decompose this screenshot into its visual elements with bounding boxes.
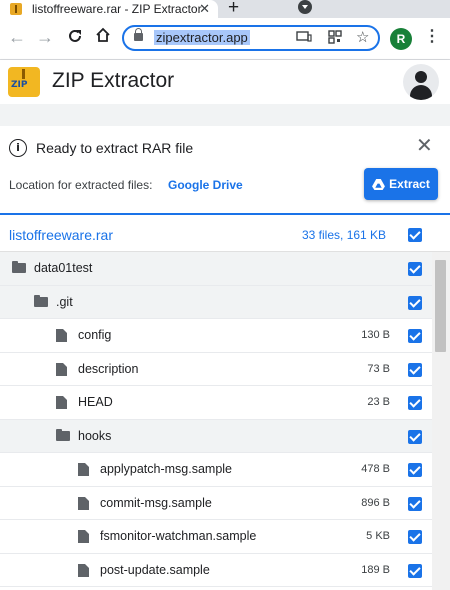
archive-name: listoffreeware.rar xyxy=(9,227,114,243)
file-icon xyxy=(56,329,67,342)
cast-icon[interactable] xyxy=(296,30,312,47)
row-checkbox[interactable] xyxy=(408,496,422,511)
lock-icon[interactable] xyxy=(134,28,143,41)
row-size: 896 B xyxy=(361,496,390,509)
scrollbar-thumb[interactable] xyxy=(435,260,446,352)
tab-title: listoffreeware.rar - ZIP Extractor xyxy=(32,2,202,16)
star-icon[interactable]: ☆ xyxy=(356,28,369,46)
home-icon[interactable] xyxy=(94,26,112,48)
file-icon xyxy=(78,463,89,476)
table-row[interactable]: HEAD 23 B xyxy=(0,386,432,420)
row-size: 189 B xyxy=(361,563,390,576)
row-checkbox[interactable] xyxy=(408,396,422,410)
info-icon: i xyxy=(9,139,27,157)
row-checkbox[interactable] xyxy=(408,362,422,377)
file-icon xyxy=(78,530,89,543)
row-name: post-update.sample xyxy=(100,562,210,577)
row-size: 478 B xyxy=(361,463,390,475)
google-drive-link[interactable]: Google Drive xyxy=(168,178,243,192)
browser-toolbar: ← → zipextractor.app ☆ R ⋮ xyxy=(0,18,450,60)
zip-extractor-logo-icon: ZIP xyxy=(8,67,40,97)
location-label: Location for extracted files: xyxy=(9,178,153,192)
profile-avatar[interactable]: R xyxy=(390,28,412,50)
file-icon xyxy=(56,396,67,409)
file-icon xyxy=(78,563,89,577)
table-row[interactable]: config 130 B xyxy=(0,319,432,353)
row-name: .git xyxy=(56,294,73,309)
forward-icon[interactable]: → xyxy=(36,27,54,47)
file-icon xyxy=(78,496,89,510)
table-row[interactable]: description 73 B xyxy=(0,352,432,386)
select-all-checkbox[interactable] xyxy=(408,228,422,242)
row-checkbox[interactable] xyxy=(408,530,422,544)
account-icon[interactable] xyxy=(403,64,439,100)
folder-icon xyxy=(12,261,26,273)
table-row[interactable]: post-update.sample 189 B xyxy=(0,553,432,587)
tab-close-icon[interactable]: ✕ xyxy=(199,1,210,17)
table-row[interactable]: applypatch-msg.sample 478 B xyxy=(0,453,432,487)
address-bar[interactable]: zipextractor.app ☆ xyxy=(122,25,380,51)
row-checkbox[interactable] xyxy=(408,295,422,310)
back-icon[interactable]: ← xyxy=(8,27,26,47)
url-text[interactable]: zipextractor.app xyxy=(154,30,250,45)
table-row[interactable]: .git xyxy=(0,285,432,319)
folder-icon xyxy=(56,428,70,441)
row-checkbox[interactable] xyxy=(408,329,422,343)
row-name: applypatch-msg.sample xyxy=(100,462,233,476)
tab-search-icon[interactable] xyxy=(298,0,312,14)
row-name: hooks xyxy=(78,428,112,443)
winrar-favicon-icon xyxy=(10,3,22,15)
row-name: fsmonitor-watchman.sample xyxy=(100,529,257,543)
extract-button[interactable]: Extract xyxy=(364,168,438,200)
browser-tab[interactable]: listoffreeware.rar - ZIP Extractor ✕ xyxy=(0,0,218,18)
file-list: data01test .git config 130 B description… xyxy=(0,252,432,587)
archive-summary-row: listoffreeware.rar 33 files, 161 KB xyxy=(0,215,450,252)
file-icon xyxy=(56,362,67,376)
logo-text: ZIP xyxy=(11,80,28,90)
row-size: 73 B xyxy=(367,362,390,375)
table-row[interactable]: hooks xyxy=(0,419,432,453)
row-size: 130 B xyxy=(361,329,390,341)
app-title: ZIP Extractor xyxy=(52,69,175,92)
extract-label: Extract xyxy=(389,177,430,191)
row-name: commit-msg.sample xyxy=(100,495,212,510)
row-name: data01test xyxy=(34,261,93,275)
close-icon[interactable]: ✕ xyxy=(416,136,433,156)
row-size: 5 KB xyxy=(366,530,390,542)
table-row[interactable]: fsmonitor-watchman.sample 5 KB xyxy=(0,520,432,554)
row-size: 23 B xyxy=(367,396,390,408)
row-name: description xyxy=(78,361,139,376)
banner-title: Ready to extract RAR file xyxy=(36,140,194,156)
archive-info: 33 files, 161 KB xyxy=(302,228,387,242)
row-name: HEAD xyxy=(78,395,113,409)
row-checkbox[interactable] xyxy=(408,262,422,276)
row-checkbox[interactable] xyxy=(408,563,422,578)
header-spacer xyxy=(0,104,450,126)
extract-banner: i Ready to extract RAR file ✕ Location f… xyxy=(0,126,450,214)
browser-tabstrip: listoffreeware.rar - ZIP Extractor ✕ + xyxy=(0,0,450,18)
new-tab-button[interactable]: + xyxy=(228,0,239,19)
row-checkbox[interactable] xyxy=(408,429,422,444)
row-checkbox[interactable] xyxy=(408,463,422,477)
folder-icon xyxy=(34,294,48,307)
reload-icon[interactable] xyxy=(66,27,84,49)
more-icon[interactable]: ⋮ xyxy=(424,26,440,46)
table-row[interactable]: data01test xyxy=(0,252,432,286)
qr-code-icon[interactable] xyxy=(328,30,342,47)
app-header: ZIP ZIP Extractor xyxy=(0,60,450,104)
table-row[interactable]: commit-msg.sample 896 B xyxy=(0,486,432,520)
drive-icon xyxy=(372,178,386,190)
row-name: config xyxy=(78,328,112,342)
